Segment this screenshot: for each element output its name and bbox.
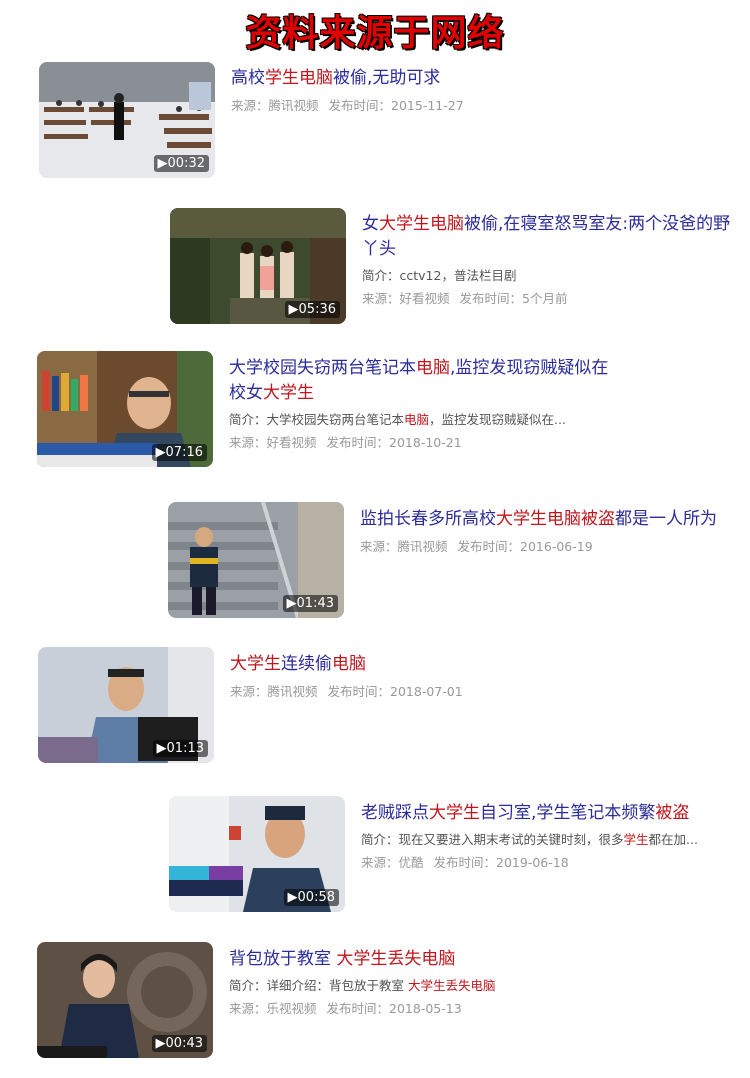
text-segment: 背包放于教室: [229, 949, 337, 969]
video-source: 来源：腾讯视频: [360, 539, 448, 554]
highlighted-keyword: 大学生丢失: [407, 978, 471, 993]
video-title[interactable]: 大学校园失窃两台笔记本电脑,监控发现窃贼疑似在校女大学生: [229, 356, 609, 406]
video-description: 简介：大学校园失窃两台笔记本电脑，监控发现窃贼疑似在...: [229, 409, 609, 428]
highlighted-keyword: 电脑: [332, 654, 366, 674]
text-segment: 简介：详细介绍：背包放于教室: [229, 978, 408, 993]
video-publish-date: 发布时间：2018-05-13: [326, 1001, 462, 1016]
video-source: 来源：优酷: [361, 855, 424, 870]
video-thumbnail[interactable]: ▶05:36: [170, 208, 346, 324]
highlighted-keyword: 大学生: [429, 803, 480, 823]
video-info: 监拍长春多所高校大学生电脑被盗都是一人所为 来源：腾讯视频 发布时间：2016-0…: [360, 507, 736, 555]
video-duration: ▶00:58: [283, 889, 339, 906]
highlighted-keyword: 电脑: [404, 412, 430, 427]
video-duration: ▶00:43: [151, 1035, 207, 1052]
text-segment: 都是一人所为: [615, 509, 717, 529]
text-segment: 简介：cctv12，普法栏目剧: [362, 268, 517, 283]
video-publish-date: 发布时间：2015-11-27: [328, 98, 464, 113]
video-publish-date: 发布时间：2018-10-21: [326, 435, 462, 450]
video-title[interactable]: 女大学生电脑被偷,在寝室怒骂室友:两个没爸的野丫头: [362, 212, 736, 262]
highlighted-keyword: 被盗: [655, 803, 690, 823]
video-info: 老贼踩点大学生自习室,学生笔记本频繁被盗 简介：现在又要进入期末考试的关键时刻，…: [361, 801, 736, 871]
video-source: 来源：好看视频: [229, 435, 317, 450]
video-description: 简介：cctv12，普法栏目剧: [362, 265, 736, 284]
text-segment: 被偷,无助可求: [333, 68, 441, 88]
highlighted-keyword: 大学生电脑被盗: [496, 509, 615, 529]
highlighted-keyword: 电脑: [470, 978, 496, 993]
text-segment: 高校: [231, 68, 265, 88]
video-thumbnail[interactable]: ▶01:13: [38, 647, 214, 763]
text-segment: 大学校园失窃两台笔记本: [229, 358, 416, 378]
video-meta: 来源：腾讯视频 发布时间：2016-06-19: [360, 536, 736, 555]
highlighted-keyword: 大学生: [230, 654, 281, 674]
video-description: 简介：详细介绍：背包放于教室 大学生丢失电脑: [229, 975, 729, 994]
text-segment: 连续偷: [281, 654, 332, 674]
video-publish-date: 发布时间：5个月前: [459, 291, 568, 306]
video-meta: 来源：乐视视频 发布时间：2018-05-13: [229, 998, 729, 1017]
highlighted-keyword: 大学生丢失电脑: [336, 949, 456, 969]
video-source: 来源：腾讯视频: [231, 98, 319, 113]
video-meta: 来源：优酷 发布时间：2019-06-18: [361, 852, 736, 871]
highlighted-keyword: 学生电脑: [265, 68, 333, 88]
video-duration: ▶07:16: [151, 444, 207, 461]
page-banner: 资料来源于网络: [245, 13, 505, 54]
video-publish-date: 发布时间：2018-07-01: [327, 684, 463, 699]
video-info: 女大学生电脑被偷,在寝室怒骂室友:两个没爸的野丫头 简介：cctv12，普法栏目…: [362, 212, 736, 307]
video-publish-date: 发布时间：2019-06-18: [433, 855, 569, 870]
video-meta: 来源：腾讯视频 发布时间：2015-11-27: [231, 95, 731, 114]
highlighted-keyword: 大学生电脑: [379, 214, 464, 234]
video-title[interactable]: 高校学生电脑被偷,无助可求: [231, 66, 731, 91]
highlighted-keyword: 电脑: [416, 358, 450, 378]
video-duration: ▶00:32: [153, 155, 209, 172]
video-meta: 来源：腾讯视频 发布时间：2018-07-01: [230, 681, 730, 700]
video-duration: ▶01:13: [152, 740, 208, 757]
video-meta: 来源：好看视频 发布时间：5个月前: [362, 288, 736, 307]
video-thumbnail[interactable]: ▶00:58: [169, 796, 345, 912]
video-title[interactable]: 老贼踩点大学生自习室,学生笔记本频繁被盗: [361, 801, 736, 826]
video-title[interactable]: 大学生连续偷电脑: [230, 652, 730, 677]
text-segment: 老贼踩点: [361, 803, 429, 823]
video-description: 简介：现在又要进入期末考试的关键时刻，很多学生都在加...: [361, 829, 736, 848]
video-title[interactable]: 背包放于教室 大学生丢失电脑: [229, 947, 729, 972]
video-info: 大学校园失窃两台笔记本电脑,监控发现窃贼疑似在校女大学生 简介：大学校园失窃两台…: [229, 356, 609, 451]
video-duration: ▶01:43: [282, 595, 338, 612]
video-thumbnail[interactable]: ▶00:32: [39, 62, 215, 178]
video-info: 背包放于教室 大学生丢失电脑 简介：详细介绍：背包放于教室 大学生丢失电脑 来源…: [229, 947, 729, 1017]
video-thumbnail[interactable]: ▶00:43: [37, 942, 213, 1058]
highlighted-keyword: 学生: [623, 832, 649, 847]
video-source: 来源：乐视视频: [229, 1001, 317, 1016]
video-title[interactable]: 监拍长春多所高校大学生电脑被盗都是一人所为: [360, 507, 736, 532]
text-segment: 女: [362, 214, 379, 234]
text-segment: 自习室,学生笔记本频繁: [480, 803, 656, 823]
video-meta: 来源：好看视频 发布时间：2018-10-21: [229, 432, 609, 451]
text-segment: 监拍长春多所高校: [360, 509, 496, 529]
video-publish-date: 发布时间：2016-06-19: [457, 539, 593, 554]
video-source: 来源：好看视频: [362, 291, 450, 306]
video-thumbnail[interactable]: ▶07:16: [37, 351, 213, 467]
text-segment: 都在加...: [648, 832, 698, 847]
video-info: 大学生连续偷电脑 来源：腾讯视频 发布时间：2018-07-01: [230, 652, 730, 700]
text-segment: 简介：现在又要进入期末考试的关键时刻，很多: [361, 832, 624, 847]
video-thumbnail[interactable]: ▶01:43: [168, 502, 344, 618]
video-info: 高校学生电脑被偷,无助可求 来源：腾讯视频 发布时间：2015-11-27: [231, 66, 731, 114]
text-segment: ，监控发现窃贼疑似在...: [429, 412, 566, 427]
video-source: 来源：腾讯视频: [230, 684, 318, 699]
text-segment: 简介：大学校园失窃两台笔记本: [229, 412, 405, 427]
video-duration: ▶05:36: [284, 301, 340, 318]
highlighted-keyword: 大学生: [263, 383, 314, 403]
